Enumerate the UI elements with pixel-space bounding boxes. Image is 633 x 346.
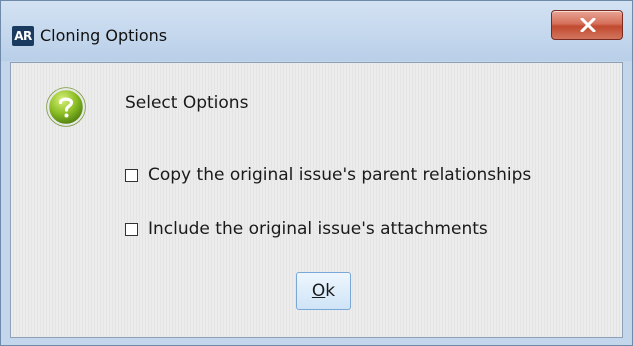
- window-title: Cloning Options: [40, 26, 168, 45]
- copy-parent-relationships-checkbox[interactable]: [125, 168, 138, 182]
- ok-button[interactable]: Ok: [296, 272, 351, 310]
- question-help-icon: [46, 87, 86, 127]
- dialog-content: Select Options Copy the original issue's…: [10, 62, 623, 338]
- app-logo-icon: AR: [12, 26, 34, 46]
- close-button[interactable]: [551, 10, 623, 40]
- cloning-options-window: AR Cloning Options Select Options Copy t…: [0, 0, 633, 346]
- copy-parent-relationships-option[interactable]: Copy the original issue's parent relatio…: [125, 163, 531, 187]
- include-attachments-label[interactable]: Include the original issue's attachments: [148, 217, 488, 241]
- close-x-icon: [580, 18, 596, 32]
- include-attachments-checkbox[interactable]: [125, 222, 138, 236]
- title-bar[interactable]: AR Cloning Options: [1, 1, 632, 61]
- copy-parent-relationships-label[interactable]: Copy the original issue's parent relatio…: [148, 163, 531, 187]
- ok-label-rest: k: [325, 281, 336, 301]
- include-attachments-option[interactable]: Include the original issue's attachments: [125, 217, 488, 241]
- ok-mnemonic: O: [311, 281, 326, 301]
- select-options-heading: Select Options: [125, 93, 249, 113]
